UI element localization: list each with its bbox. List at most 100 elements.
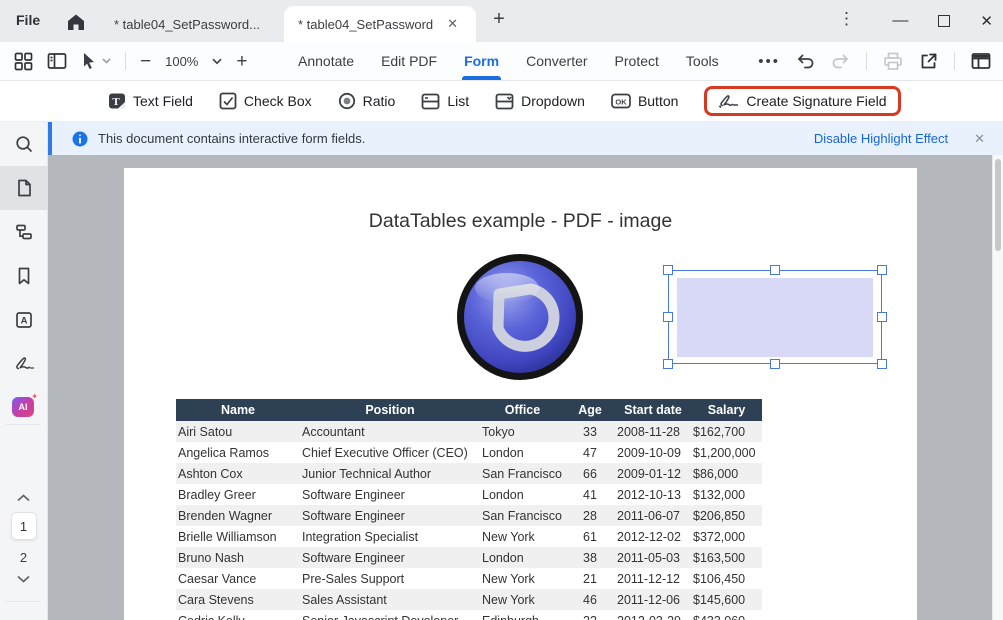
signature-panel-icon[interactable]	[0, 342, 48, 386]
table-cell: 2011-05-03	[615, 547, 691, 568]
more-tools-icon[interactable]: •••	[758, 53, 780, 70]
pdf-page[interactable]: DataTables example - PDF - image	[124, 168, 917, 620]
table-cell: Airi Satou	[176, 421, 300, 442]
tab-close-icon[interactable]: ✕	[447, 16, 458, 32]
resize-handle[interactable]	[877, 265, 887, 275]
ribbon-tabs: Annotate Edit PDF Form Converter Protect…	[298, 42, 719, 80]
zoom-out-button[interactable]: −	[140, 52, 151, 71]
tab-form[interactable]: Form	[464, 42, 499, 80]
text-field-button[interactable]: T Text Field	[108, 92, 193, 110]
table-cell: $86,000	[691, 463, 762, 484]
check-box-button[interactable]: Check Box	[219, 92, 312, 110]
annotation-icon[interactable]: A	[0, 298, 48, 342]
form-item-label: Ratio	[363, 93, 396, 109]
select-cursor-icon[interactable]	[81, 52, 111, 70]
table-cell: Sales Assistant	[300, 589, 480, 610]
bookmark-icon[interactable]	[0, 254, 48, 298]
zoom-level[interactable]: 100%	[165, 54, 198, 69]
form-item-label: Text Field	[133, 93, 193, 109]
document-tab-inactive[interactable]: * table04_SetPassword...	[100, 6, 282, 42]
table-cell: Cedric Kelly	[176, 610, 300, 620]
list-box-button[interactable]: List	[421, 93, 469, 110]
create-signature-field-button[interactable]: Create Signature Field	[704, 86, 900, 116]
table-row: Bruno NashSoftware EngineerLondon382011-…	[176, 547, 762, 568]
table-cell: 41	[565, 484, 615, 505]
vertical-scrollbar[interactable]	[992, 155, 1003, 620]
table-cell: Software Engineer	[300, 505, 480, 526]
table-cell: 2008-11-28	[615, 421, 691, 442]
table-row: Cara StevensSales AssistantNew York46201…	[176, 589, 762, 610]
resize-handle[interactable]	[877, 312, 887, 322]
table-cell: London	[480, 484, 565, 505]
divider	[6, 424, 41, 425]
home-icon[interactable]	[64, 10, 88, 34]
table-cell: Edinburgh	[480, 610, 565, 620]
document-canvas[interactable]: DataTables example - PDF - image	[48, 155, 1003, 620]
table-cell: London	[480, 442, 565, 463]
table-cell: Software Engineer	[300, 484, 480, 505]
page-navigator: 1 2	[0, 476, 47, 583]
infobar-close-icon[interactable]: ✕	[974, 131, 985, 147]
window-maximize-button[interactable]	[938, 15, 950, 27]
table-row: Brielle WilliamsonIntegration Specialist…	[176, 526, 762, 547]
zoom-dropdown-chevron-icon[interactable]	[212, 58, 222, 65]
share-export-icon[interactable]	[919, 52, 938, 71]
table-header-cell: Name	[176, 399, 300, 421]
resize-handle[interactable]	[663, 359, 673, 369]
resize-handle[interactable]	[770, 359, 780, 369]
grid-view-icon[interactable]	[14, 52, 33, 71]
undo-icon[interactable]	[796, 53, 815, 70]
page-thumbnails-icon[interactable]	[0, 166, 48, 210]
redo-icon	[831, 53, 850, 70]
file-menu[interactable]: File	[16, 12, 40, 28]
kebab-menu-icon[interactable]: ⋮	[838, 9, 855, 29]
tab-edit-pdf[interactable]: Edit PDF	[381, 42, 437, 80]
datatables-logo	[455, 252, 585, 382]
document-tab-active[interactable]: * table04_SetPassword ✕	[284, 6, 476, 42]
search-icon[interactable]	[0, 122, 48, 166]
form-item-label: Dropdown	[521, 93, 585, 109]
page-number-current[interactable]: 1	[11, 512, 37, 540]
table-cell: $372,000	[691, 526, 762, 547]
radio-button-tool[interactable]: Ratio	[338, 92, 396, 110]
push-button-tool[interactable]: OK Button	[611, 93, 678, 109]
page-number-2[interactable]: 2	[20, 550, 27, 565]
table-header-cell: Position	[300, 399, 480, 421]
window-minimize-button[interactable]: —	[892, 12, 908, 30]
table-cell: 2012-03-29	[615, 610, 691, 620]
table-cell: $106,450	[691, 568, 762, 589]
table-cell: $206,850	[691, 505, 762, 526]
zoom-in-button[interactable]: +	[236, 52, 247, 71]
resize-handle[interactable]	[663, 265, 673, 275]
signature-field-selected[interactable]	[668, 270, 882, 364]
table-cell: Senior Javascript Developer	[300, 610, 480, 620]
table-row: Angelica RamosChief Executive Officer (C…	[176, 442, 762, 463]
window-close-button[interactable]: ✕	[980, 12, 993, 30]
scrollbar-thumb[interactable]	[995, 159, 1001, 251]
resize-handle[interactable]	[770, 265, 780, 275]
table-header-cell: Start date	[615, 399, 691, 421]
table-cell: 2012-10-13	[615, 484, 691, 505]
disable-highlight-link[interactable]: Disable Highlight Effect	[814, 131, 948, 146]
tab-converter[interactable]: Converter	[526, 42, 587, 80]
table-header-cell: Office	[480, 399, 565, 421]
new-tab-button[interactable]: +	[486, 8, 512, 31]
resize-handle[interactable]	[877, 359, 887, 369]
side-panel-icon[interactable]	[47, 52, 67, 70]
tab-tools[interactable]: Tools	[686, 42, 719, 80]
form-fields-infobar: This document contains interactive form …	[48, 122, 1003, 155]
tab-protect[interactable]: Protect	[615, 42, 659, 80]
tab-annotate[interactable]: Annotate	[298, 42, 354, 80]
dropdown-field-button[interactable]: Dropdown	[495, 93, 585, 110]
form-item-label: Check Box	[244, 93, 312, 109]
resize-handle[interactable]	[663, 312, 673, 322]
layout-panels-icon[interactable]	[971, 52, 991, 70]
chevron-up-icon[interactable]	[17, 494, 30, 502]
chevron-down-icon[interactable]	[17, 575, 30, 583]
table-cell: London	[480, 547, 565, 568]
table-cell: 66	[565, 463, 615, 484]
outline-icon[interactable]	[0, 210, 48, 254]
table-row: Bradley GreerSoftware EngineerLondon4120…	[176, 484, 762, 505]
svg-text:OK: OK	[615, 97, 627, 106]
pdf-document-title: DataTables example - PDF - image	[124, 210, 917, 233]
